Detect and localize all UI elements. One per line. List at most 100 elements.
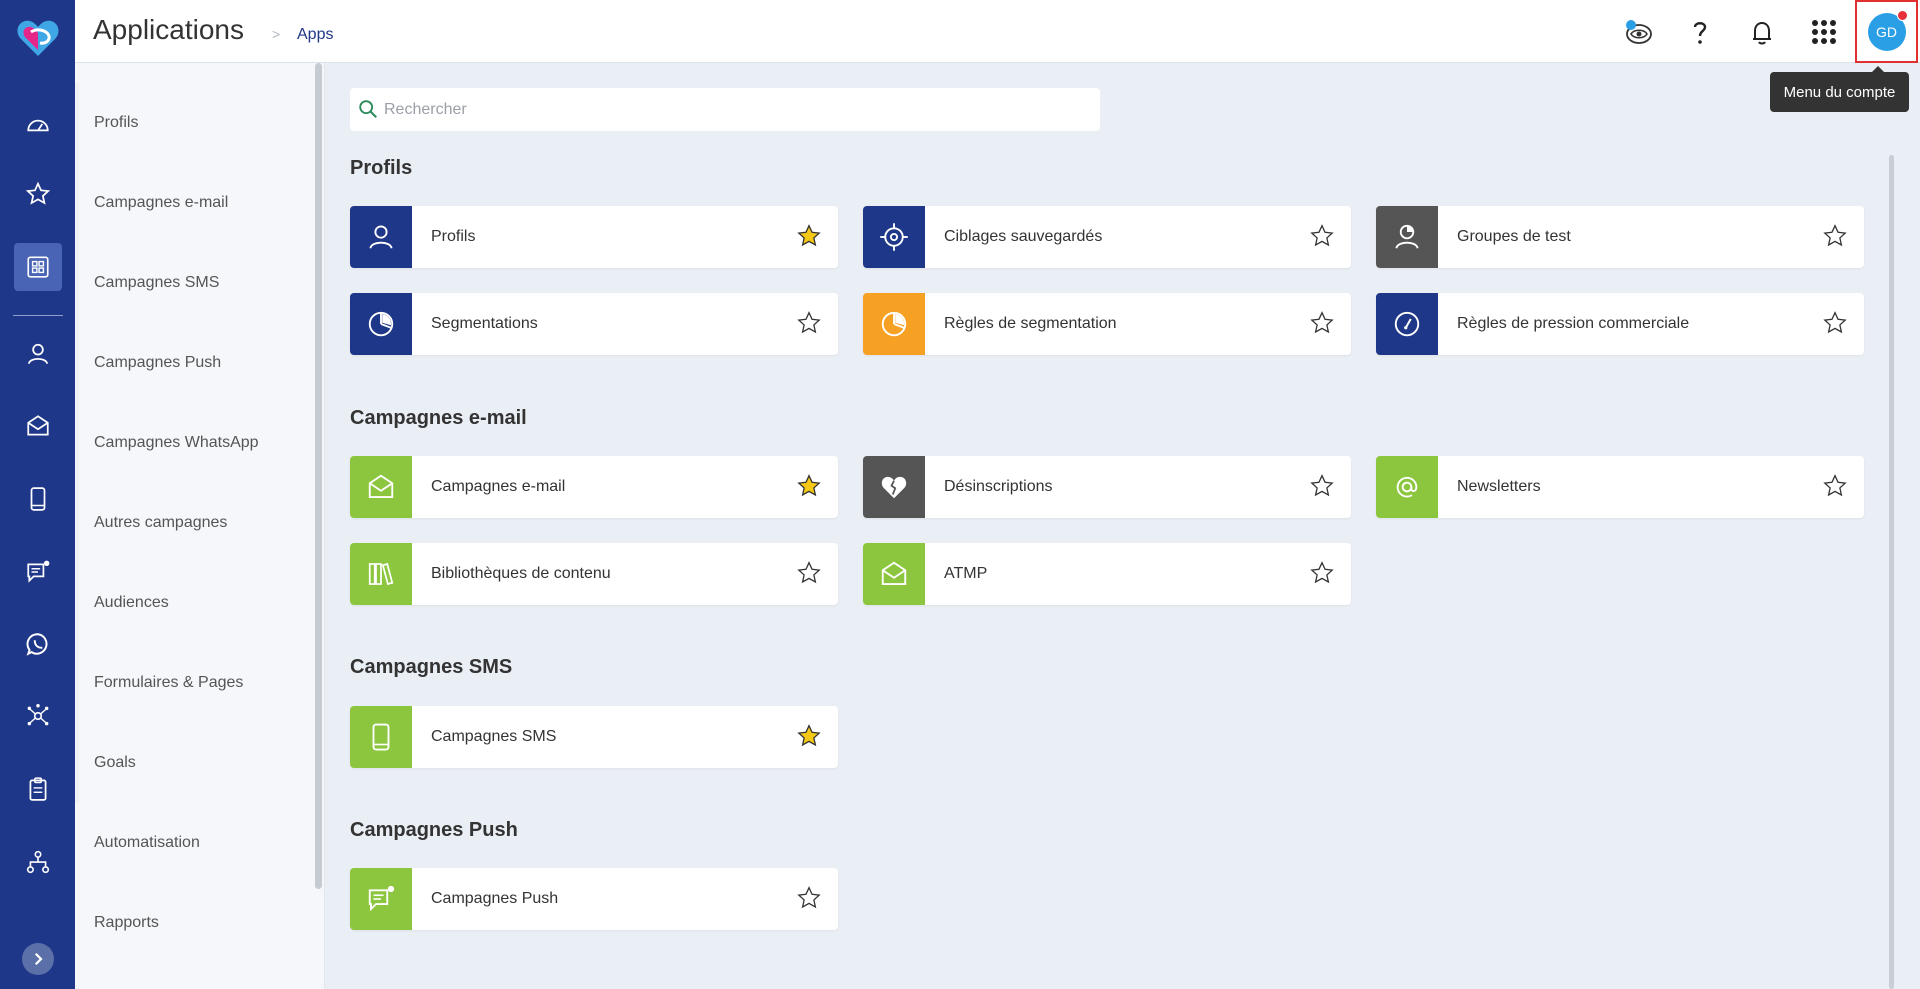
avatar-initials: GD: [1876, 23, 1897, 40]
breadcrumb-apps[interactable]: Apps: [297, 26, 333, 44]
app-card-label: Newsletters: [1457, 478, 1541, 495]
envelope-icon: [350, 456, 412, 518]
favorite-star-icon[interactable]: [1309, 310, 1335, 336]
sidebar-item-campagnes-email[interactable]: Campagnes e-mail: [94, 194, 228, 212]
at-sign-icon: [1376, 456, 1438, 518]
favorite-star-icon[interactable]: [796, 310, 822, 336]
app-card-label: Bibliothèques de contenu: [431, 565, 611, 582]
app-card-newsletters[interactable]: Newsletters: [1376, 456, 1864, 518]
sidebar-item-audiences[interactable]: Audiences: [94, 594, 169, 612]
profile-icon[interactable]: [14, 330, 62, 378]
search-icon: [359, 100, 377, 118]
library-books-icon: [350, 543, 412, 605]
app-card-label: Règles de segmentation: [944, 315, 1117, 332]
sidebar-item-campagnes-push[interactable]: Campagnes Push: [94, 354, 221, 372]
expand-rail-button[interactable]: [22, 943, 54, 975]
section-title-profils: Profils: [350, 157, 413, 179]
favorite-star-icon[interactable]: [1822, 223, 1848, 249]
app-card-campagnes-push[interactable]: Campagnes Push: [350, 868, 838, 930]
app-card-label: Segmentations: [431, 315, 538, 332]
app-card-groupes-test[interactable]: Groupes de test: [1376, 206, 1864, 268]
user-icon: [350, 206, 412, 268]
app-card-label: Profils: [431, 228, 476, 245]
gauge-icon: [1376, 293, 1438, 355]
app-card-label: Campagnes e-mail: [431, 478, 566, 495]
favorite-star-icon[interactable]: [796, 885, 822, 911]
sidebar-item-profils[interactable]: Profils: [94, 114, 138, 132]
app-card-label: ATMP: [944, 565, 988, 582]
push-message-icon: [350, 868, 412, 930]
favorite-star-icon[interactable]: [796, 473, 822, 499]
sidebar-item-goals[interactable]: Goals: [94, 754, 136, 772]
sidebar-edge: [75, 83, 79, 803]
top-header: Applications > Apps: [75, 0, 1920, 63]
app-card-label: Règles de pression commerciale: [1457, 315, 1690, 332]
section-title-campagnes-email: Campagnes e-mail: [350, 407, 527, 429]
favorite-star-icon[interactable]: [796, 223, 822, 249]
sidebar-item-formulaires-pages[interactable]: Formulaires & Pages: [94, 674, 243, 692]
search-input[interactable]: Rechercher: [350, 88, 1100, 131]
app-card-desinscriptions[interactable]: Désinscriptions: [863, 456, 1351, 518]
favorite-star-icon[interactable]: [1309, 560, 1335, 586]
sidebar-item-autres-campagnes[interactable]: Autres campagnes: [94, 514, 227, 532]
main-scrollbar[interactable]: [1889, 155, 1894, 989]
app-card-campagnes-sms[interactable]: Campagnes SMS: [350, 706, 838, 768]
section-title-campagnes-sms: Campagnes SMS: [350, 656, 513, 678]
whatsapp-icon[interactable]: [14, 620, 62, 668]
envelope-icon: [863, 543, 925, 605]
bell-icon[interactable]: [1742, 12, 1782, 52]
app-card-campagnes-email[interactable]: Campagnes e-mail: [350, 456, 838, 518]
favorite-star-icon[interactable]: [796, 723, 822, 749]
account-menu-button[interactable]: GD: [1855, 0, 1918, 63]
apps-grid-icon[interactable]: [1804, 12, 1844, 52]
category-sidebar: Profils Campagnes e-mail Campagnes SMS C…: [75, 63, 325, 989]
sidebar-item-campagnes-sms[interactable]: Campagnes SMS: [94, 274, 219, 292]
notification-dot: [1896, 9, 1908, 21]
dashboard-icon[interactable]: [14, 101, 62, 149]
app-card-profils[interactable]: Profils: [350, 206, 838, 268]
automation-tree-icon[interactable]: [14, 838, 62, 886]
audiences-network-icon[interactable]: [14, 692, 62, 740]
nav-rail: [0, 0, 75, 989]
email-icon[interactable]: [14, 402, 62, 450]
pie-chart-icon: [350, 293, 412, 355]
app-card-label: Campagnes Push: [431, 890, 559, 907]
avatar[interactable]: GD: [1867, 9, 1908, 51]
push-message-icon[interactable]: [14, 548, 62, 596]
help-icon[interactable]: [1680, 12, 1720, 52]
app-card-segmentations[interactable]: Segmentations: [350, 293, 838, 355]
app-card-ciblages[interactable]: Ciblages sauvegardés: [863, 206, 1351, 268]
app-card-bibliotheques[interactable]: Bibliothèques de contenu: [350, 543, 838, 605]
brand-logo[interactable]: [13, 12, 63, 62]
app-card-label: Désinscriptions: [944, 478, 1053, 495]
sidebar-item-rapports[interactable]: Rapports: [94, 914, 159, 932]
page-title: Applications: [93, 14, 244, 45]
app-card-regles-pression[interactable]: Règles de pression commerciale: [1376, 293, 1864, 355]
pie-chart-icon: [863, 293, 925, 355]
favorite-star-icon[interactable]: [1822, 473, 1848, 499]
app-card-atmp[interactable]: ATMP: [863, 543, 1351, 605]
rail-divider: [13, 315, 63, 316]
favorite-star-icon[interactable]: [1822, 310, 1848, 336]
applications-grid-icon[interactable]: [14, 243, 62, 291]
mobile-icon: [350, 706, 412, 768]
app-card-regles-segmentation[interactable]: Règles de segmentation: [863, 293, 1351, 355]
favorite-star-icon[interactable]: [1309, 473, 1335, 499]
chat-assistant-icon[interactable]: [1618, 12, 1658, 52]
favorite-star-icon[interactable]: [1309, 223, 1335, 249]
favorites-star-icon[interactable]: [14, 170, 62, 218]
sidebar-item-automatisation[interactable]: Automatisation: [94, 834, 200, 852]
search-placeholder: Rechercher: [384, 100, 467, 118]
broken-heart-icon: [863, 456, 925, 518]
forms-clipboard-icon[interactable]: [14, 765, 62, 813]
app-card-label: Groupes de test: [1457, 228, 1571, 245]
sidebar-item-campagnes-whatsapp[interactable]: Campagnes WhatsApp: [94, 434, 259, 452]
test-group-icon: [1376, 206, 1438, 268]
target-icon: [863, 206, 925, 268]
app-card-label: Campagnes SMS: [431, 728, 557, 745]
mobile-sms-icon[interactable]: [14, 475, 62, 523]
favorite-star-icon[interactable]: [796, 560, 822, 586]
app-card-label: Ciblages sauvegardés: [944, 228, 1103, 245]
sidebar-scrollbar[interactable]: [315, 63, 322, 889]
account-menu-tooltip: Menu du compte: [1770, 66, 1909, 112]
